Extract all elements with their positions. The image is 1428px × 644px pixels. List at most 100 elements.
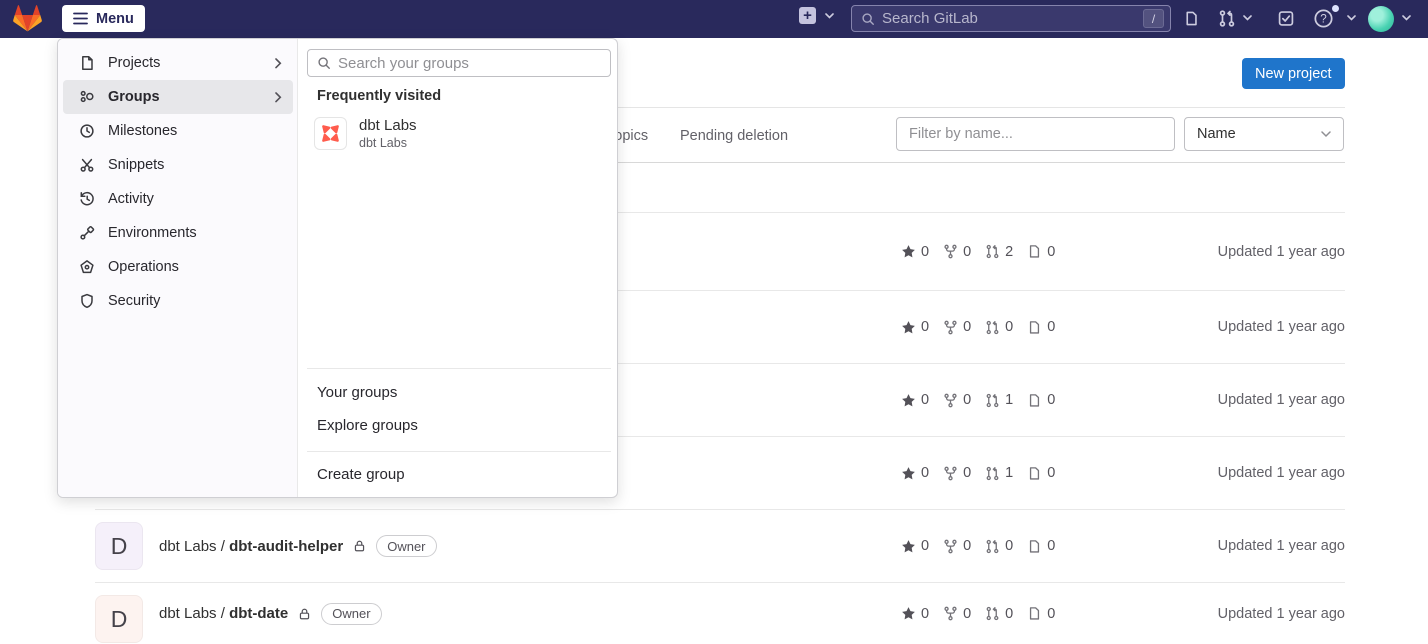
menu-dropdown-nav: Projects Groups Milestones Snippets Acti… — [58, 39, 298, 497]
stars-stat[interactable]: 0 — [901, 392, 929, 408]
stars-stat[interactable]: 0 — [901, 538, 929, 554]
chevron-down-icon — [1321, 131, 1331, 138]
updated-label: Updated 1 year ago — [1218, 319, 1345, 335]
todos-icon[interactable] — [1277, 9, 1295, 28]
merge-requests-stat[interactable]: 0 — [985, 319, 1013, 335]
stars-stat[interactable]: 0 — [901, 465, 929, 481]
lock-icon — [353, 539, 366, 553]
merge-requests-stat[interactable]: 1 — [985, 465, 1013, 481]
frequent-group-item[interactable]: dbt Labs dbt Labs — [314, 117, 417, 150]
updated-label: Updated 1 year ago — [1218, 465, 1345, 481]
stars-stat[interactable]: 0 — [901, 606, 929, 622]
sort-select[interactable]: Name — [1184, 117, 1344, 151]
create-group-link[interactable]: Create group — [317, 466, 405, 483]
project-link[interactable]: dbt Labs / dbt-date — [159, 605, 288, 622]
keyboard-shortcut-badge: / — [1143, 9, 1164, 28]
menu-item-security[interactable]: Security — [63, 284, 293, 318]
project-stats: 0 0 0 0 — [901, 538, 1055, 554]
role-badge: Owner — [376, 535, 436, 557]
your-groups-link[interactable]: Your groups — [317, 384, 397, 401]
notification-dot — [1332, 5, 1339, 12]
issues-stat[interactable]: 0 — [1027, 319, 1055, 335]
issues-stat[interactable]: 0 — [1027, 606, 1055, 622]
tab-pending-deletion[interactable]: Pending deletion — [680, 128, 788, 144]
gitlab-logo-icon[interactable] — [13, 4, 42, 33]
group-search-placeholder: Search your groups — [338, 55, 469, 72]
svg-text:?: ? — [1320, 13, 1327, 26]
chevron-down-icon — [1347, 15, 1356, 21]
group-search-input[interactable]: Search your groups — [307, 49, 611, 77]
star-icon — [901, 244, 916, 259]
forks-stat[interactable]: 0 — [943, 465, 971, 481]
menu-dropdown: Projects Groups Milestones Snippets Acti… — [57, 38, 618, 498]
project-stats: 0 0 2 0 — [901, 244, 1055, 260]
project-name: dbt-audit-helper — [229, 538, 343, 555]
issue-icon — [1027, 320, 1042, 335]
lock-icon — [298, 607, 311, 621]
chevron-right-icon — [275, 92, 282, 103]
issues-stat[interactable]: 0 — [1027, 538, 1055, 554]
frequent-group-subtitle: dbt Labs — [359, 136, 417, 150]
issue-icon — [1027, 539, 1042, 554]
issues-icon[interactable] — [1183, 9, 1200, 28]
menu-item-groups[interactable]: Groups — [63, 80, 293, 114]
menu-item-milestones[interactable]: Milestones — [63, 114, 293, 148]
merge-requests-stat[interactable]: 2 — [985, 244, 1013, 260]
issues-stat[interactable]: 0 — [1027, 392, 1055, 408]
forks-stat[interactable]: 0 — [943, 606, 971, 622]
merge-request-icon — [985, 244, 1000, 259]
history-icon — [79, 191, 95, 207]
new-menu-button[interactable]: + — [799, 7, 834, 24]
groups-panel: Search your groups Frequently visited db… — [298, 39, 617, 497]
project-stats: 0 0 0 0 — [901, 319, 1055, 335]
filter-by-name-input[interactable] — [896, 117, 1175, 151]
menu-item-projects[interactable]: Projects — [63, 46, 293, 80]
menu-item-activity[interactable]: Activity — [63, 182, 293, 216]
merge-requests-stat[interactable]: 0 — [985, 606, 1013, 622]
issue-icon — [1027, 606, 1042, 621]
forks-stat[interactable]: 0 — [943, 392, 971, 408]
shield-icon — [79, 293, 95, 309]
divider — [307, 368, 611, 369]
fork-icon — [943, 393, 958, 408]
fork-icon — [943, 539, 958, 554]
issues-stat[interactable]: 0 — [1027, 465, 1055, 481]
menu-item-environments[interactable]: Environments — [63, 216, 293, 250]
star-icon — [901, 320, 916, 335]
project-avatar[interactable]: D — [95, 522, 143, 570]
issues-stat[interactable]: 0 — [1027, 244, 1055, 260]
project-link[interactable]: dbt Labs / dbt-audit-helper — [159, 538, 343, 555]
issue-icon — [1027, 244, 1042, 259]
project-stats: 0 0 1 0 — [901, 392, 1055, 408]
user-avatar[interactable] — [1368, 6, 1394, 32]
project-namespace: dbt Labs — [159, 605, 217, 622]
plus-icon: + — [799, 7, 816, 24]
help-icon[interactable]: ? — [1313, 8, 1334, 29]
dbt-labs-logo-icon — [314, 117, 347, 150]
forks-stat[interactable]: 0 — [943, 538, 971, 554]
explore-groups-link[interactable]: Explore groups — [317, 417, 418, 434]
project-avatar[interactable]: D — [95, 595, 143, 643]
menu-button[interactable]: Menu — [62, 5, 145, 32]
fork-icon — [943, 466, 958, 481]
merge-requests-stat[interactable]: 1 — [985, 392, 1013, 408]
forks-stat[interactable]: 0 — [943, 319, 971, 335]
merge-request-icon — [985, 466, 1000, 481]
merge-request-icon — [985, 539, 1000, 554]
stars-stat[interactable]: 0 — [901, 244, 929, 260]
search-placeholder: Search GitLab — [882, 10, 1143, 27]
merge-requests-icon[interactable] — [1218, 9, 1236, 28]
role-badge: Owner — [321, 603, 381, 625]
project-namespace: dbt Labs — [159, 538, 217, 555]
menu-item-operations[interactable]: Operations — [63, 250, 293, 284]
menu-item-snippets[interactable]: Snippets — [63, 148, 293, 182]
global-search-input[interactable]: Search GitLab / — [851, 5, 1171, 32]
forks-stat[interactable]: 0 — [943, 244, 971, 260]
chevron-down-icon — [825, 13, 834, 19]
updated-label: Updated 1 year ago — [1218, 606, 1345, 622]
merge-requests-stat[interactable]: 0 — [985, 538, 1013, 554]
frequent-group-title: dbt Labs — [359, 117, 417, 134]
new-project-button[interactable]: New project — [1242, 58, 1345, 89]
stars-stat[interactable]: 0 — [901, 319, 929, 335]
project-stats: 0 0 1 0 — [901, 465, 1055, 481]
